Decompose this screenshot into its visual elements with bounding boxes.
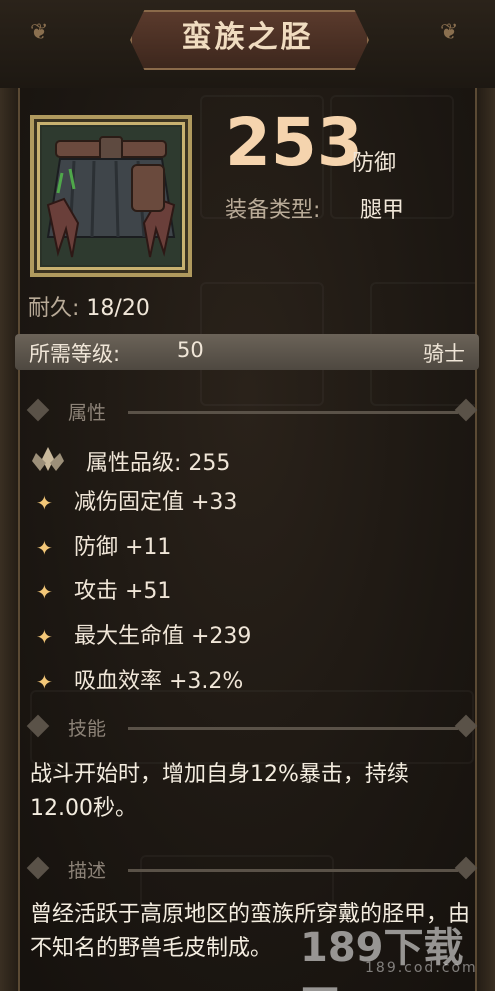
equip-type-label: 装备类型:	[225, 198, 321, 223]
item-icon-frame	[30, 115, 192, 277]
star-icon: ✦	[36, 536, 53, 560]
divider	[128, 869, 458, 872]
diamond-icon	[26, 714, 50, 738]
frame-right	[475, 0, 495, 991]
diamond-icon	[454, 398, 478, 422]
item-tooltip-panel: ❦ ❦ 蛮族之胫 253 防御 装备类型: 腿甲 耐久: 18/20 所需等级:	[0, 0, 495, 991]
section-skills: 技能	[26, 714, 478, 740]
equip-type-value: 腿甲	[360, 198, 405, 223]
star-icon: ✦	[36, 625, 53, 649]
ornament-icon: ❦	[440, 20, 459, 45]
watermark: 189下载网	[300, 925, 464, 991]
stat-text: 吸血效率 +3.2%	[74, 669, 244, 694]
stat-text: 攻击 +51	[74, 579, 172, 604]
frame-left	[0, 0, 20, 991]
stat-text: 防御 +11	[74, 535, 172, 560]
diamond-icon	[454, 714, 478, 738]
diamond-icon	[26, 856, 50, 880]
skill-description: 战斗开始时，增加自身12%暴击，持续12.00秒。	[30, 762, 409, 821]
divider	[128, 727, 458, 730]
stat-text: 最大生命值 +239	[74, 624, 252, 649]
item-title: 蛮族之胫	[181, 20, 314, 55]
ornament-icon: ❦	[30, 20, 49, 45]
defense-value: 253	[225, 104, 363, 181]
section-attributes: 属性	[26, 398, 478, 424]
section-title: 技能	[68, 718, 107, 740]
diamond-icon	[26, 398, 50, 422]
defense-unit: 防御	[352, 151, 397, 176]
durability: 耐久: 18/20	[28, 290, 150, 322]
diamond-icon	[454, 856, 478, 880]
required-level-label: 所需等级:	[29, 342, 121, 366]
required-level-value: 50	[177, 338, 204, 362]
section-title: 属性	[68, 402, 107, 424]
durability-label: 耐久:	[28, 296, 80, 321]
star-icon: ✦	[36, 491, 53, 515]
attribute-grade-text: 属性品级: 255	[86, 451, 231, 476]
requirement-bar: 所需等级: 50 骑士	[15, 334, 479, 370]
star-icon: ✦	[36, 580, 53, 604]
header: ❦ ❦ 蛮族之胫	[0, 0, 495, 88]
section-title: 描述	[68, 860, 107, 882]
durability-value: 18/20	[86, 296, 150, 321]
divider	[128, 411, 458, 414]
stat-text: 减伤固定值 +33	[74, 490, 238, 515]
section-description: 描述	[26, 856, 478, 882]
lotus-icon	[28, 443, 68, 475]
leg-armor-icon	[42, 127, 180, 265]
watermark-sub: 189.cod.com	[365, 960, 478, 976]
star-icon: ✦	[36, 670, 53, 694]
required-class: 骑士	[423, 342, 465, 366]
